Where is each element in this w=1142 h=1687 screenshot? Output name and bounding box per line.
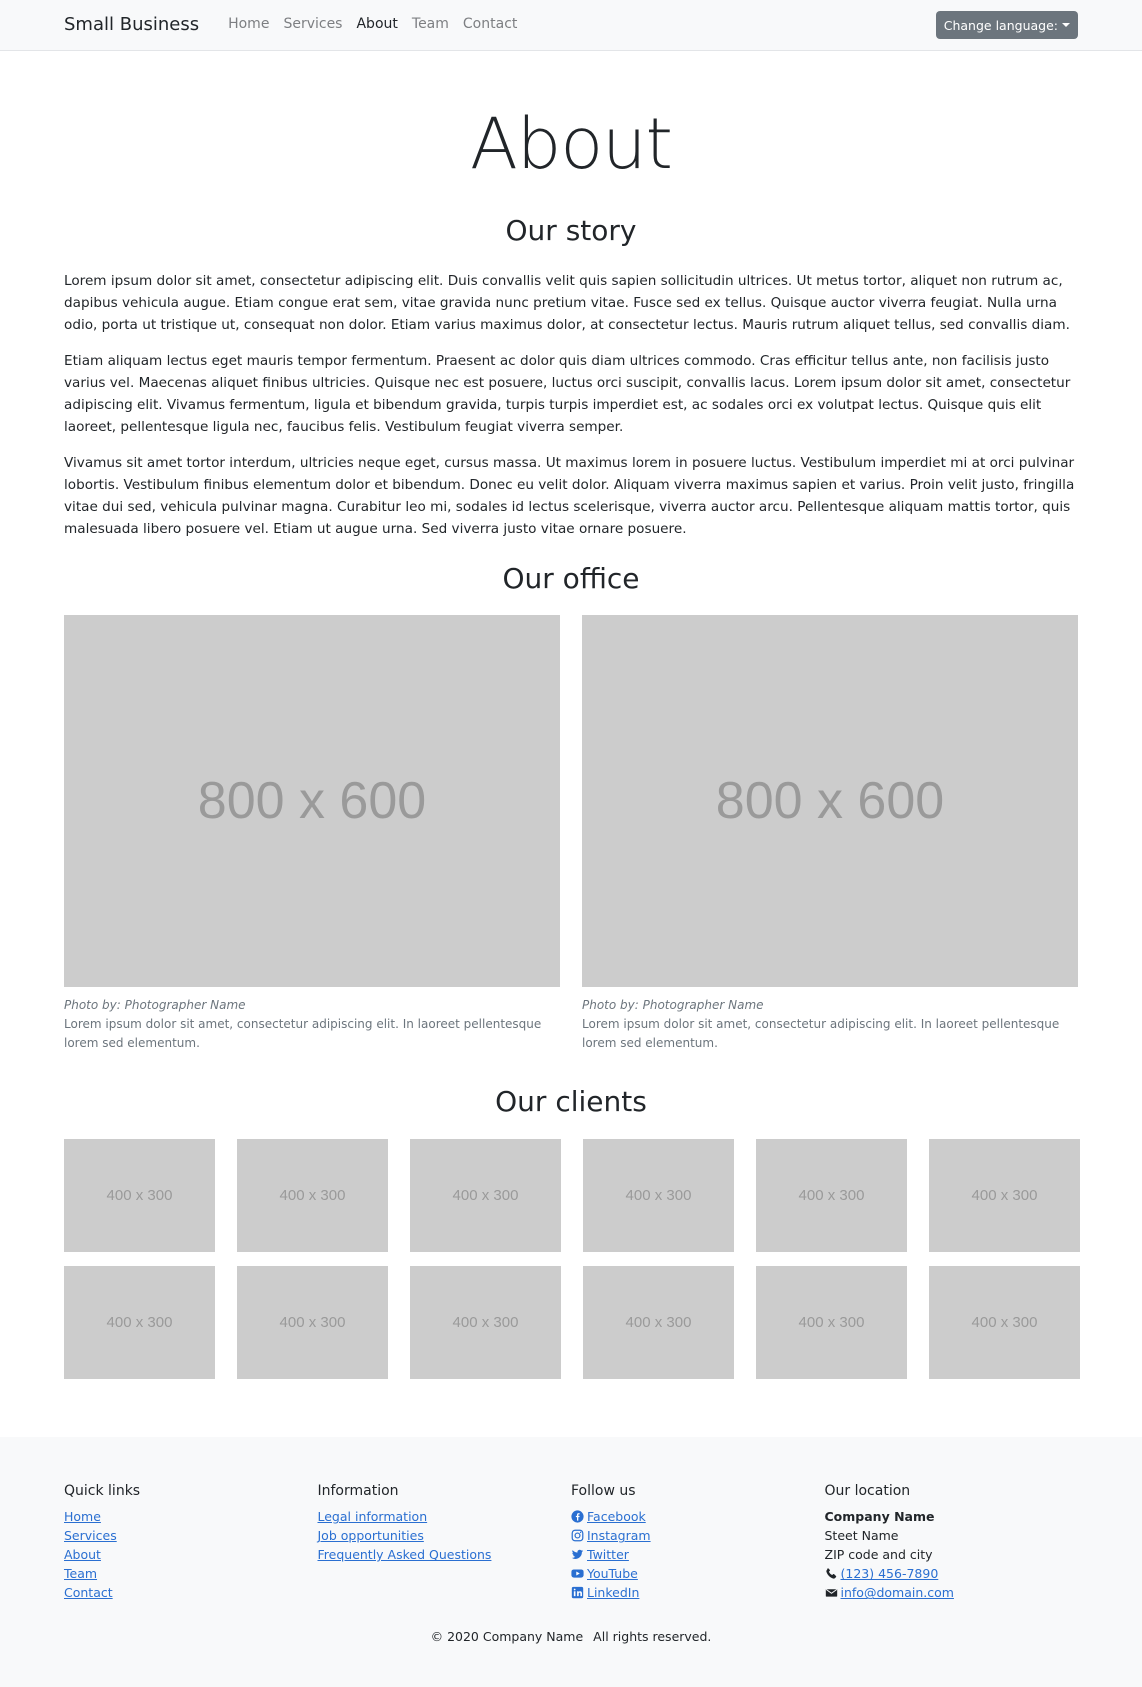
footer: Quick links Home Services About Team Con… [0,1436,1142,1687]
facebook-icon [571,1510,584,1524]
youtube-label: YouTube [587,1566,638,1582]
social-link-twitter[interactable]: Twitter [571,1547,629,1562]
footer-link-jobs[interactable]: Job opportunities [318,1528,424,1543]
change-language-label: Change language: [943,17,1058,33]
footer-columns: Quick links Home Services About Team Con… [64,1481,1078,1603]
client-logo-placeholder: 400 x 300 [583,1265,734,1379]
linkedin-icon [571,1587,584,1599]
main-content: About Our story Lorem ipsum dolor sit am… [0,109,1142,1379]
brand-link[interactable]: Small Business [64,11,199,39]
twitter-label: Twitter [587,1547,629,1563]
social-link-instagram[interactable]: Instagram [571,1528,651,1543]
change-language-button[interactable]: Change language: [935,11,1078,39]
office-photo-placeholder: 800 x 600 [582,615,1078,988]
follow-us-column: Follow us Facebook Instagram Twitter You… [571,1481,825,1603]
footer-link-faq[interactable]: Frequently Asked Questions [318,1547,492,1562]
client-logo-placeholder: 400 x 300 [237,1138,388,1252]
nav-link-home[interactable]: Home [221,14,276,36]
twitter-icon [571,1550,584,1560]
photo-description: Lorem ipsum dolor sit amet, consectetur … [64,1017,542,1051]
nav-link-team[interactable]: Team [405,14,456,36]
linkedin-label: LinkedIn [587,1585,640,1601]
youtube-icon [571,1569,584,1579]
footer-link-services[interactable]: Services [64,1528,117,1543]
nav-link-contact[interactable]: Contact [456,14,524,36]
office-photo-card: 800 x 600 Photo by: Photographer Name Lo… [582,615,1078,1053]
location-column: Our location Company Name Steet Name ZIP… [825,1481,1079,1603]
information-column: Information Legal information Job opport… [318,1481,572,1603]
phone-icon [825,1568,836,1580]
instagram-icon [571,1530,584,1542]
client-logo-placeholder: 400 x 300 [410,1138,561,1252]
social-link-linkedin[interactable]: LinkedIn [571,1585,639,1600]
office-photo-card: 800 x 600 Photo by: Photographer Name Lo… [64,615,560,1053]
office-photo-placeholder: 800 x 600 [64,615,560,988]
story-paragraph: Lorem ipsum dolor sit amet, consectetur … [64,272,1070,333]
rights-text: All rights reserved. [593,1629,712,1645]
client-logo-placeholder: 400 x 300 [929,1265,1080,1379]
client-logo-placeholder: 400 x 300 [583,1138,734,1252]
office-photo-caption: Photo by: Photographer Name Lorem ipsum … [64,996,560,1053]
story-section: Lorem ipsum dolor sit amet, consectetur … [64,270,1078,540]
information-heading: Information [317,1482,399,1499]
clients-grid: 400 x 300 400 x 300 400 x 300 400 x 300 … [64,1138,1080,1379]
instagram-label: Instagram [587,1528,651,1544]
office-photo-caption: Photo by: Photographer Name Lorem ipsum … [582,996,1078,1053]
office-heading: Our office [502,561,640,595]
nav-link-services[interactable]: Services [276,14,349,36]
footer-link-legal[interactable]: Legal information [318,1509,428,1524]
location-heading: Our location [824,1482,911,1499]
quick-links-column: Quick links Home Services About Team Con… [64,1481,318,1603]
client-logo-placeholder: 400 x 300 [756,1138,907,1252]
quick-links-heading: Quick links [64,1482,141,1499]
navbar: Small Business Home Services About Team … [0,0,1142,51]
photo-description: Lorem ipsum dolor sit amet, consectetur … [582,1017,1060,1051]
facebook-label: Facebook [587,1509,646,1525]
photo-credit: Photo by: Photographer Name [64,998,246,1013]
phone-link[interactable]: (123) 456-7890 [841,1566,939,1581]
follow-us-heading: Follow us [571,1482,636,1499]
client-logo-placeholder: 400 x 300 [929,1138,1080,1252]
caret-down-icon [1062,23,1070,27]
client-logo-placeholder: 400 x 300 [756,1265,907,1379]
office-photos: 800 x 600 Photo by: Photographer Name Lo… [64,615,1078,1053]
footer-link-contact[interactable]: Contact [64,1585,113,1600]
social-link-youtube[interactable]: YouTube [571,1566,638,1581]
footer-link-team[interactable]: Team [64,1566,97,1581]
client-logo-placeholder: 400 x 300 [64,1138,215,1252]
social-link-facebook[interactable]: Facebook [571,1509,646,1524]
footer-link-home[interactable]: Home [64,1509,101,1524]
photo-credit: Photo by: Photographer Name [582,998,764,1013]
nav-link-about[interactable]: About [349,14,404,36]
street-name: Steet Name [824,1528,899,1544]
client-logo-placeholder: 400 x 300 [64,1265,215,1379]
copyright-text: © 2020 Company Name [430,1629,584,1645]
company-name: Company Name [824,1509,935,1525]
story-paragraph: Vivamus sit amet tortor interdum, ultric… [64,454,1075,537]
copyright: © 2020 Company Name All rights reserved. [64,1627,1078,1646]
footer-link-about[interactable]: About [64,1547,101,1562]
nav-links: Home Services About Team Contact [221,14,524,36]
email-link[interactable]: info@domain.com [841,1585,954,1600]
clients-heading: Our clients [495,1085,647,1119]
story-heading: Our story [505,214,637,247]
zip-city: ZIP code and city [824,1547,933,1563]
client-logo-placeholder: 400 x 300 [237,1265,388,1379]
page-title: About [470,103,673,185]
envelope-icon [825,1589,837,1598]
client-logo-placeholder: 400 x 300 [410,1265,561,1379]
story-paragraph: Etiam aliquam lectus eget mauris tempor … [64,352,1071,435]
